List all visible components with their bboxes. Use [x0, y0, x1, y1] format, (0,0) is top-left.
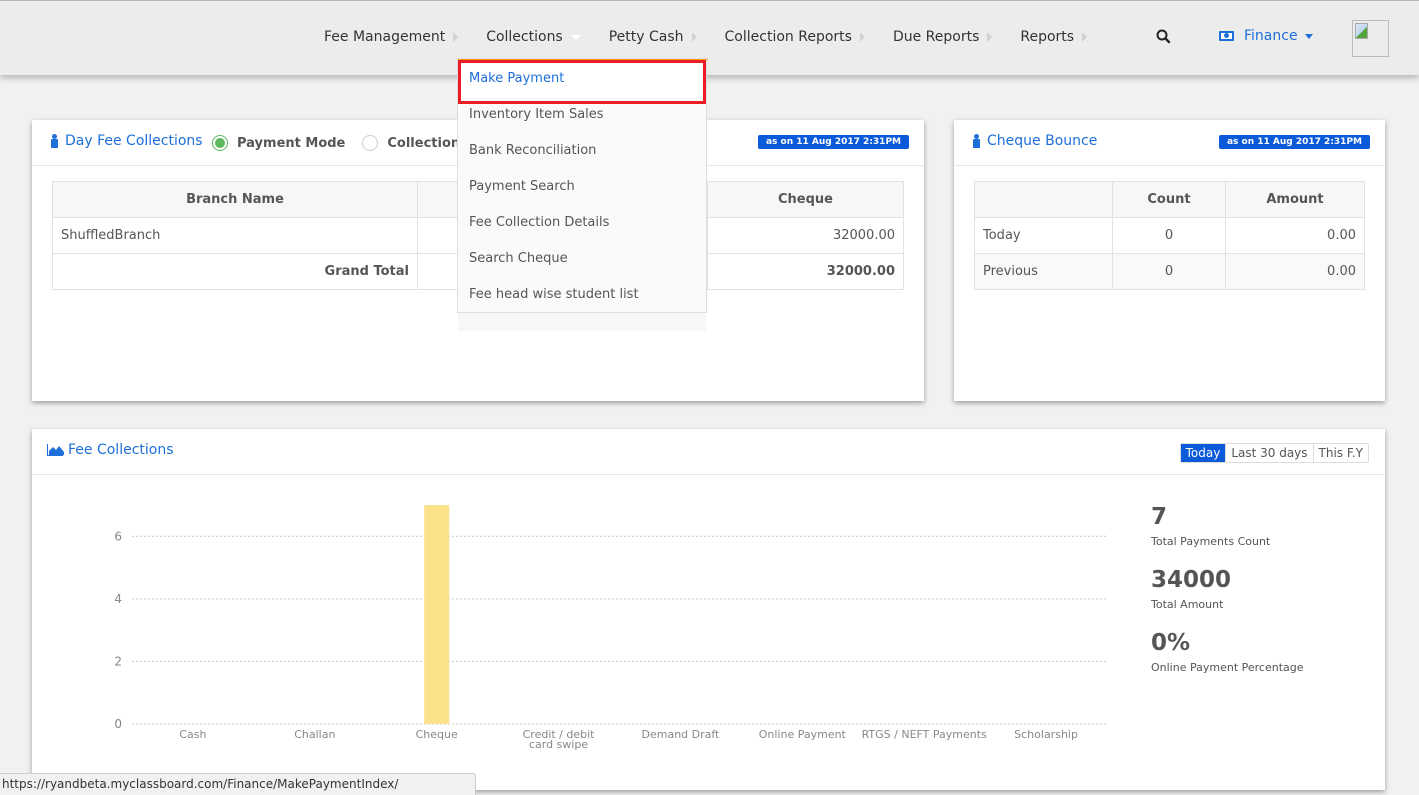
panel-header: Cheque Bounce as on 11 Aug 2017 2:31PM: [954, 120, 1385, 166]
nav-reports[interactable]: Reports: [1020, 29, 1088, 45]
nav-label: Collections: [486, 29, 563, 45]
col-count: Count: [1112, 181, 1226, 218]
panel-title: Day Fee Collections: [50, 133, 203, 149]
money-icon: [1219, 31, 1234, 41]
caret-right-icon: [453, 32, 459, 42]
online-payment-percentage-value: 0%: [1151, 630, 1191, 656]
title-text: Day Fee Collections: [65, 133, 203, 149]
menu-item-bank-reconciliation[interactable]: Bank Reconciliation: [458, 133, 706, 169]
branch-name-cell: ShuffledBranch: [52, 217, 418, 254]
area-chart-icon: [47, 444, 64, 456]
count-cell: 0: [1112, 217, 1226, 254]
total-payments-count-value: 7: [1151, 504, 1168, 530]
col-cheque: Cheque: [707, 181, 904, 218]
cheque-bounce-table: Count Amount Today 0 0.00 Previous 0 0.0…: [974, 181, 1365, 290]
x-tick-label: Online Payment: [759, 728, 847, 741]
person-icon: [50, 134, 59, 148]
x-tick-label: RTGS / NEFT Payments: [862, 728, 987, 741]
caret-right-icon: [859, 32, 865, 42]
person-icon: [972, 134, 981, 148]
x-tick-label: Challan: [294, 728, 335, 741]
period-last-30-days-button[interactable]: Last 30 days: [1226, 444, 1314, 462]
menu-item-fee-head-wise-student-list[interactable]: Fee head wise student list: [458, 277, 706, 313]
x-tick-label: Scholarship: [1014, 728, 1078, 741]
amount-cell: 0.00: [1225, 253, 1365, 290]
amount-cell: 0.00: [1225, 217, 1365, 254]
nav-petty-cash[interactable]: Petty Cash: [609, 29, 697, 45]
menu-item-make-payment[interactable]: Make Payment: [458, 61, 706, 97]
nav-due-reports[interactable]: Due Reports: [892, 29, 993, 45]
summary-stats: 7 Total Payments Count 34000 Total Amoun…: [1151, 504, 1304, 693]
y-tick-label: 2: [114, 654, 122, 668]
nav-label: Due Reports: [892, 29, 980, 45]
grand-total-label: Grand Total: [52, 253, 418, 290]
row-label: Today: [974, 217, 1113, 254]
panel-title: Fee Collections: [47, 442, 174, 458]
y-tick-label: 0: [114, 717, 122, 731]
period-today-button[interactable]: Today: [1180, 444, 1227, 462]
cheque-bounce-panel: Cheque Bounce as on 11 Aug 2017 2:31PM C…: [954, 120, 1385, 401]
nav-fee-management[interactable]: Fee Management: [324, 29, 459, 45]
browser-status-url: https://ryandbeta.myclassboard.com/Finan…: [0, 773, 476, 795]
period-toggle: Today Last 30 days This F.Y: [1179, 443, 1369, 463]
y-tick-label: 6: [114, 529, 122, 543]
total-amount-label: Total Amount: [1151, 598, 1224, 611]
fee-collections-bar-chart: 0246Cash Challan Cheque Credit / debitcard …: [114, 505, 1107, 751]
nav-collections[interactable]: Collections: [486, 29, 581, 45]
caret-down-icon: [570, 34, 581, 40]
fee-collections-panel: Fee Collections Today Last 30 days This …: [32, 429, 1385, 790]
total-payments-count-label: Total Payments Count: [1151, 535, 1271, 548]
panel-title: Cheque Bounce: [972, 133, 1097, 149]
x-tick-label: card swipe: [529, 738, 588, 751]
timestamp-badge: as on 11 Aug 2017 2:31PM: [757, 135, 909, 149]
x-tick-label: Cash: [179, 728, 206, 741]
bar-cheque: [424, 505, 450, 724]
nav-label: Collection Reports: [724, 29, 852, 45]
total-amount-value: 34000: [1151, 567, 1232, 593]
grand-total-cheque: 32000.00: [707, 253, 904, 290]
menu-item-fee-collection-details[interactable]: Fee Collection Details: [458, 205, 706, 241]
caret-right-icon: [987, 32, 993, 42]
user-avatar[interactable]: [1352, 20, 1389, 57]
radio-collections[interactable]: [362, 135, 379, 151]
finance-label: Finance: [1244, 28, 1298, 44]
nav-collection-reports[interactable]: Collection Reports: [725, 29, 865, 45]
table-header-row: Count Amount: [974, 181, 1365, 218]
period-this-fy-button[interactable]: This F.Y: [1313, 444, 1368, 462]
nav-label: Fee Management: [324, 29, 446, 45]
title-text: Cheque Bounce: [987, 133, 1098, 149]
finance-module-dropdown[interactable]: Finance: [1219, 28, 1313, 44]
search-icon[interactable]: [1155, 28, 1173, 46]
col-blank: [974, 181, 1113, 218]
menu-item-payment-search[interactable]: Payment Search: [458, 169, 706, 205]
table-row: Today 0 0.00: [974, 217, 1365, 254]
col-branch-name: Branch Name: [52, 181, 418, 218]
caret-right-icon: [1082, 32, 1088, 42]
nav-label: Reports: [1020, 29, 1075, 45]
online-payment-percentage-label: Online Payment Percentage: [1151, 661, 1304, 674]
x-tick-label: Cheque: [416, 728, 458, 741]
count-cell: 0: [1112, 253, 1226, 290]
cheque-cell: 32000.00: [707, 217, 904, 254]
dropdown-tail: [458, 313, 706, 331]
title-text: Fee Collections: [68, 442, 174, 458]
nav-label: Petty Cash: [608, 29, 684, 45]
caret-down-icon: [1304, 33, 1313, 39]
radio-payment-mode[interactable]: [212, 135, 228, 151]
radio-payment-mode-label[interactable]: Payment Mode: [237, 136, 345, 151]
menu-item-inventory-item-sales[interactable]: Inventory Item Sales: [458, 97, 706, 133]
menu-item-search-cheque[interactable]: Search Cheque: [458, 241, 706, 277]
y-tick-label: 4: [114, 592, 122, 606]
table-row: Previous 0 0.00: [974, 253, 1365, 290]
col-amount: Amount: [1225, 181, 1365, 218]
row-label: Previous: [974, 253, 1113, 290]
top-navbar: Fee Management Collections Petty Cash Co…: [0, 0, 1419, 75]
collections-dropdown-menu: Make Payment Inventory Item Sales Bank R…: [457, 58, 708, 313]
broken-image-icon: [1355, 23, 1368, 39]
x-tick-label: Demand Draft: [642, 728, 721, 741]
caret-right-icon: [691, 32, 697, 42]
timestamp-badge: as on 11 Aug 2017 2:31PM: [1218, 135, 1370, 149]
panel-header: Fee Collections Today Last 30 days This …: [32, 429, 1385, 475]
